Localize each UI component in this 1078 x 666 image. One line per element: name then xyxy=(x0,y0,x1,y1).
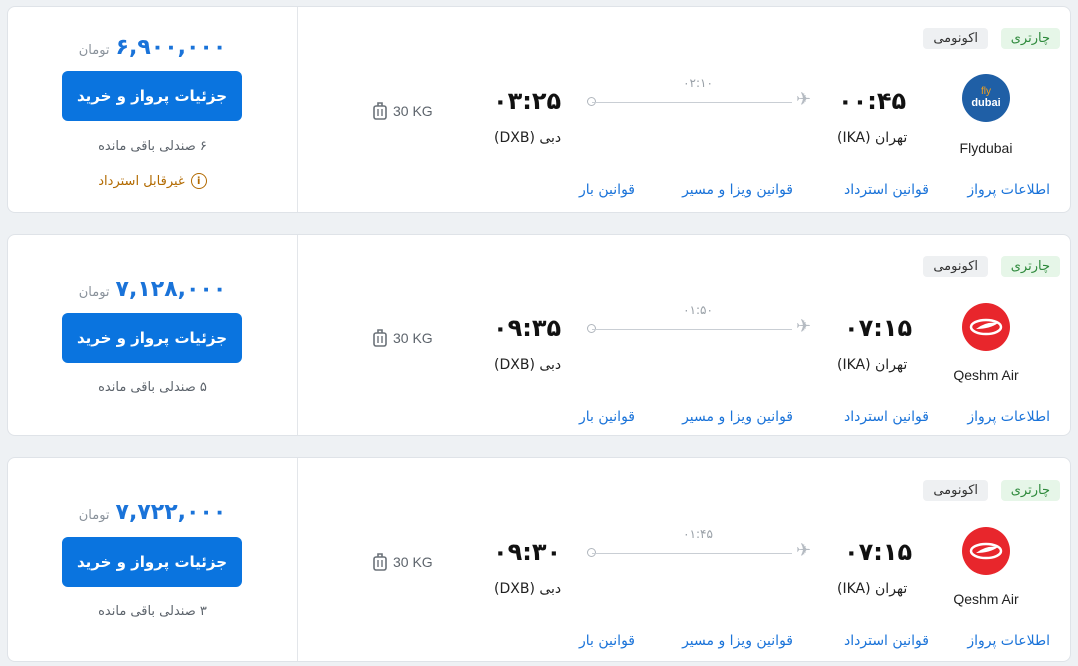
card-divider xyxy=(297,7,298,212)
card-divider xyxy=(297,458,298,661)
refund-status: i غیرقابل استرداد xyxy=(8,173,297,189)
price: ۷,۱۲۸,۰۰۰ تومان xyxy=(8,277,297,302)
baggage: 30 KG xyxy=(373,552,433,572)
flight-card: ۶,۹۰۰,۰۰۰ تومان جزئیات پرواز و خرید ۶ صند… xyxy=(7,6,1071,213)
price-amount: ۶,۹۰۰,۰۰۰ xyxy=(115,35,227,60)
link-refund-rules[interactable]: قوانین استرداد xyxy=(844,409,929,425)
arrival-time: ۰۹:۳۵ xyxy=(493,314,562,342)
qeshm-air-emblem-icon xyxy=(969,318,1003,336)
flight-card: ۷,۱۲۸,۰۰۰ تومان جزئیات پرواز و خرید ۵ صند… xyxy=(7,234,1071,436)
link-refund-rules[interactable]: قوانین استرداد xyxy=(844,182,929,198)
class-badge: اکونومی xyxy=(923,480,988,501)
baggage-weight: 30 KG xyxy=(393,330,433,346)
card-divider xyxy=(297,235,298,435)
airline-name: Qeshm Air xyxy=(953,367,1019,383)
charter-badge: چارتری xyxy=(1000,480,1060,501)
airplane-icon: ✈ xyxy=(796,540,812,561)
qeshm-air-emblem-icon xyxy=(969,542,1003,560)
buy-button[interactable]: جزئیات پرواز و خرید xyxy=(62,71,242,121)
airplane-icon: ✈ xyxy=(796,89,812,110)
link-flight-info[interactable]: اطلاعات پرواز xyxy=(967,182,1050,198)
charter-badge: چارتری xyxy=(1000,28,1060,49)
route-line xyxy=(592,102,792,103)
airline-name: Qeshm Air xyxy=(953,591,1019,607)
departure-time: ۰۰:۴۵ xyxy=(838,87,907,115)
departure-city: تهران (IKA) xyxy=(837,581,908,597)
seats-remaining: ۳ صندلی باقی مانده xyxy=(98,604,207,619)
departure-time: ۰۷:۱۵ xyxy=(844,314,913,342)
refund-label: غیرقابل استرداد xyxy=(98,173,185,189)
baggage-weight: 30 KG xyxy=(393,103,433,119)
charter-badge: چارتری xyxy=(1000,256,1060,277)
baggage-weight: 30 KG xyxy=(393,554,433,570)
luggage-icon xyxy=(373,102,387,120)
link-baggage-rules[interactable]: قوانین بار xyxy=(579,182,635,198)
departure-time: ۰۷:۱۵ xyxy=(844,538,913,566)
arrival-time: ۰۳:۲۵ xyxy=(493,87,562,115)
price-amount: ۷,۷۲۲,۰۰۰ xyxy=(115,500,227,525)
link-flight-info[interactable]: اطلاعات پرواز xyxy=(967,633,1050,649)
luggage-icon xyxy=(373,329,387,347)
price: ۷,۷۲۲,۰۰۰ تومان xyxy=(8,500,297,525)
flight-card: ۷,۷۲۲,۰۰۰ تومان جزئیات پرواز و خرید ۳ صند… xyxy=(7,457,1071,662)
link-baggage-rules[interactable]: قوانین بار xyxy=(579,633,635,649)
link-refund-rules[interactable]: قوانین استرداد xyxy=(844,633,929,649)
info-icon: i xyxy=(190,173,207,189)
seats-remaining: ۵ صندلی باقی مانده xyxy=(98,380,207,395)
airplane-icon: ✈ xyxy=(796,316,812,337)
flight-duration: ۰۱:۵۰ xyxy=(683,303,713,317)
link-visa-rules[interactable]: قوانین ویزا و مسیر xyxy=(682,409,793,425)
arrival-city: دبی (DXB) xyxy=(494,130,562,146)
qeshm-air-logo xyxy=(962,527,1010,575)
link-flight-info[interactable]: اطلاعات پرواز xyxy=(967,409,1050,425)
class-badge: اکونومی xyxy=(923,256,988,277)
baggage: 30 KG xyxy=(373,328,433,348)
flight-duration: ۰۲:۱۰ xyxy=(683,76,713,90)
buy-button[interactable]: جزئیات پرواز و خرید xyxy=(62,537,242,587)
class-badge: اکونومی xyxy=(923,28,988,49)
price-currency: تومان xyxy=(78,508,110,523)
route-line xyxy=(592,329,792,330)
price: ۶,۹۰۰,۰۰۰ تومان xyxy=(8,35,297,60)
price-currency: تومان xyxy=(78,43,110,58)
departure-city: تهران (IKA) xyxy=(837,357,908,373)
airline-name: Flydubai xyxy=(959,140,1013,156)
arrival-city: دبی (DXB) xyxy=(494,357,562,373)
arrival-city: دبی (DXB) xyxy=(494,581,562,597)
baggage: 30 KG xyxy=(373,101,433,121)
link-visa-rules[interactable]: قوانین ویزا و مسیر xyxy=(682,633,793,649)
link-baggage-rules[interactable]: قوانین بار xyxy=(579,409,635,425)
flydubai-logo: fly dubai xyxy=(962,74,1010,122)
flight-duration: ۰۱:۴۵ xyxy=(683,527,713,541)
route-line xyxy=(592,553,792,554)
price-amount: ۷,۱۲۸,۰۰۰ xyxy=(115,277,227,302)
arrival-time: ۰۹:۳۰ xyxy=(493,538,562,566)
buy-button[interactable]: جزئیات پرواز و خرید xyxy=(62,313,242,363)
departure-city: تهران (IKA) xyxy=(837,130,908,146)
qeshm-air-logo xyxy=(962,303,1010,351)
link-visa-rules[interactable]: قوانین ویزا و مسیر xyxy=(682,182,793,198)
price-currency: تومان xyxy=(78,285,110,300)
luggage-icon xyxy=(373,553,387,571)
seats-remaining: ۶ صندلی باقی مانده xyxy=(98,139,207,154)
